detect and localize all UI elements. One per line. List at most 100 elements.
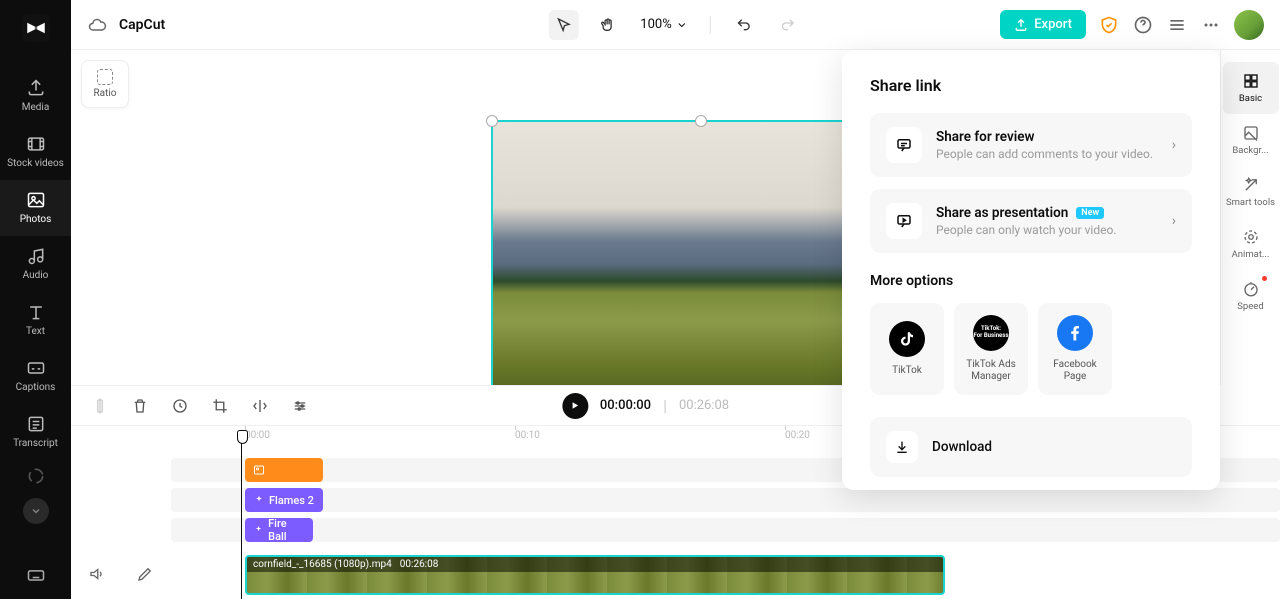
sidebar-label: Audio: [23, 270, 49, 282]
background-icon: [1242, 124, 1260, 142]
play-button[interactable]: [562, 393, 588, 419]
image-clip[interactable]: [245, 458, 323, 482]
more-icon[interactable]: [1200, 14, 1222, 36]
transcript-icon: [26, 414, 46, 434]
help-icon[interactable]: [1132, 14, 1154, 36]
user-avatar[interactable]: [1234, 10, 1264, 40]
chevron-right-icon: ›: [1172, 213, 1176, 229]
divider: [710, 16, 711, 34]
tab-basic[interactable]: Basic: [1223, 62, 1279, 114]
timeline-side: [71, 426, 171, 599]
sidebar-item-stock[interactable]: Stock videos: [0, 124, 71, 180]
sidebar-label: Photos: [20, 214, 52, 226]
upload-icon: [26, 78, 46, 98]
export-button[interactable]: Export: [1000, 10, 1086, 39]
tab-animation[interactable]: Animat...: [1223, 218, 1279, 270]
music-icon: [26, 246, 46, 266]
speed-icon: [1242, 280, 1260, 298]
layers-icon[interactable]: [1166, 14, 1188, 36]
clip-duration: 00:26:08: [400, 559, 439, 570]
share-facebook[interactable]: Facebook Page: [1038, 303, 1112, 395]
zoom-value: 100%: [640, 17, 671, 32]
clip-label: Fire Ball: [268, 517, 305, 543]
reverse-button[interactable]: [171, 397, 189, 415]
share-tiktok-ads[interactable]: TikTok:For Business TikTok Ads Manager: [954, 303, 1028, 395]
social-label: TikTok: [892, 365, 922, 377]
sidebar-item-transcript[interactable]: Transcript: [0, 404, 71, 460]
app-logo[interactable]: [20, 12, 52, 44]
share-tiktok[interactable]: TikTok: [870, 303, 944, 395]
effect-clip[interactable]: Fire Ball: [245, 518, 313, 542]
sidebar-label: Stock videos: [7, 158, 64, 170]
track-row[interactable]: Fire Ball: [171, 518, 1280, 542]
film-icon: [26, 134, 46, 154]
keyboard-icon[interactable]: [26, 565, 46, 585]
share-presentation-button[interactable]: Share as presentationNew People can only…: [870, 189, 1192, 253]
facebook-icon: [1057, 315, 1093, 351]
adjust-button[interactable]: [291, 397, 309, 415]
resize-handle[interactable]: [695, 115, 707, 127]
social-label: Facebook Page: [1042, 359, 1108, 383]
track-row[interactable]: Flames 2: [171, 488, 1280, 512]
shield-icon[interactable]: [1098, 14, 1120, 36]
split-button[interactable]: [91, 397, 109, 415]
download-icon: [886, 431, 918, 463]
image-icon: [26, 190, 46, 210]
zoom-level[interactable]: 100%: [640, 17, 687, 32]
chevron-down-icon: [676, 19, 688, 31]
effect-clip[interactable]: Flames 2: [245, 488, 323, 512]
sidebar-label: Media: [22, 102, 50, 114]
tab-speed[interactable]: Speed: [1223, 270, 1279, 322]
tick: 00:20: [785, 430, 810, 441]
motion-icon: [1242, 228, 1260, 246]
left-sidebar: Media Stock videos Photos Audio Text Cap…: [0, 0, 71, 599]
download-label: Download: [932, 439, 992, 455]
video-clip[interactable]: cornfield_-_16685 (1080p).mp4 00:26:08: [245, 555, 945, 595]
pointer-tool[interactable]: [548, 10, 578, 40]
sidebar-item-text[interactable]: Text: [0, 292, 71, 348]
project-title[interactable]: CapCut: [119, 17, 165, 33]
share-review-button[interactable]: Share for review People can add comments…: [870, 113, 1192, 177]
card-title: Share as presentation: [936, 205, 1068, 221]
sidebar-item-photos[interactable]: Photos: [0, 180, 71, 236]
edit-track-button[interactable]: [136, 565, 154, 583]
crop-button[interactable]: [211, 397, 229, 415]
total-duration: 00:26:08: [679, 398, 729, 413]
current-time: 00:00:00: [600, 398, 651, 413]
delete-button[interactable]: [131, 397, 149, 415]
redo-button[interactable]: [773, 10, 803, 40]
loader-icon: [26, 466, 46, 486]
card-subtitle: People can add comments to your video.: [936, 147, 1158, 161]
video-track[interactable]: cornfield_-_16685 (1080p).mp4 00:26:08: [171, 555, 1280, 595]
sidebar-item-audio[interactable]: Audio: [0, 236, 71, 292]
notification-dot: [1262, 276, 1267, 281]
tick: 00:10: [515, 430, 540, 441]
playhead[interactable]: [241, 430, 242, 599]
presentation-icon: [886, 203, 922, 239]
sidebar-label: Transcript: [13, 438, 58, 450]
chevron-right-icon: ›: [1172, 137, 1176, 153]
expand-button[interactable]: [23, 498, 49, 524]
tab-smart-tools[interactable]: Smart tools: [1223, 166, 1279, 218]
download-button[interactable]: Download: [870, 417, 1192, 477]
mirror-button[interactable]: [251, 397, 269, 415]
caption-icon: [26, 358, 46, 378]
sidebar-item-media[interactable]: Media: [0, 68, 71, 124]
tab-label: Speed: [1237, 301, 1263, 312]
sidebar-item-captions[interactable]: Captions: [0, 348, 71, 404]
social-row: TikTok TikTok:For Business TikTok Ads Ma…: [870, 303, 1192, 395]
tab-label: Basic: [1239, 93, 1262, 104]
share-title: Share link: [870, 76, 1192, 95]
tab-background[interactable]: Backgr...: [1223, 114, 1279, 166]
card-subtitle: People can only watch your video.: [936, 223, 1158, 237]
comment-icon: [886, 127, 922, 163]
topbar-right: Export: [1000, 10, 1264, 40]
undo-button[interactable]: [729, 10, 759, 40]
ratio-button[interactable]: Ratio: [81, 60, 129, 108]
resize-handle[interactable]: [486, 115, 498, 127]
hand-tool[interactable]: [592, 10, 622, 40]
sparkle-icon: [253, 524, 264, 536]
cloud-icon[interactable]: [87, 15, 107, 35]
mute-button[interactable]: [88, 565, 106, 583]
sidebar-item-more[interactable]: [0, 460, 71, 496]
